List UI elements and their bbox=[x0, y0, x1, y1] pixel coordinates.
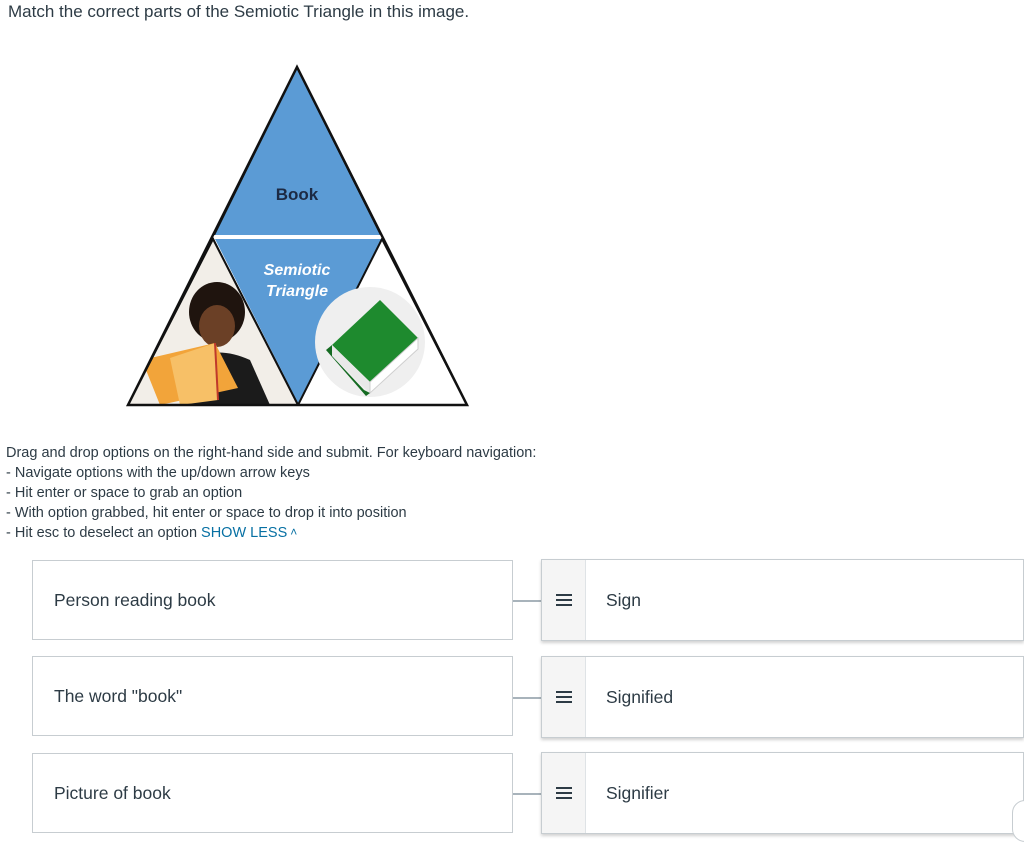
connector-line bbox=[513, 600, 543, 602]
answer-label: Signifier bbox=[606, 782, 670, 803]
chevron-up-icon: ˄ bbox=[290, 525, 298, 539]
semiotic-label: Semiotic bbox=[264, 262, 331, 279]
prompt-box: Person reading book bbox=[32, 560, 513, 640]
instruction-step: - With option grabbed, hit enter or spac… bbox=[6, 505, 407, 521]
prompt-label: Person reading book bbox=[54, 589, 216, 610]
instruction-step: - Hit esc to deselect an option bbox=[6, 525, 198, 541]
instruction-step: - Hit enter or space to grab an option bbox=[6, 485, 243, 501]
drag-handle[interactable] bbox=[542, 560, 586, 640]
drag-handle[interactable] bbox=[542, 657, 586, 737]
scroll-button[interactable] bbox=[1012, 800, 1024, 842]
instructions-intro: Drag and drop options on the right-hand … bbox=[6, 445, 537, 461]
hamburger-icon bbox=[555, 787, 572, 799]
answer-option[interactable]: Sign bbox=[541, 559, 1024, 641]
drag-handle[interactable] bbox=[542, 753, 586, 833]
instructions: Drag and drop options on the right-hand … bbox=[6, 443, 536, 543]
book-label: Book bbox=[276, 185, 319, 204]
connector-line bbox=[513, 793, 543, 795]
show-less-toggle[interactable]: SHOW LESS ˄ bbox=[201, 525, 297, 541]
answer-option[interactable]: Signifier bbox=[541, 752, 1024, 834]
answer-option[interactable]: Signified bbox=[541, 656, 1024, 738]
triangle-label: Triangle bbox=[266, 283, 328, 300]
hamburger-icon bbox=[555, 594, 572, 606]
prompt-label: Picture of book bbox=[54, 782, 171, 803]
instruction-step: - Navigate options with the up/down arro… bbox=[6, 465, 310, 481]
question-title: Match the correct parts of the Semiotic … bbox=[8, 2, 470, 21]
prompt-box: The word "book" bbox=[32, 656, 513, 736]
semiotic-triangle-figure: Book Semiotic Triangle bbox=[120, 60, 480, 412]
answer-label: Signified bbox=[606, 686, 674, 707]
connector-line bbox=[513, 697, 543, 699]
top-triangle bbox=[211, 64, 384, 238]
instruction-step-last: - Hit esc to deselect an option SHOW LESS… bbox=[6, 523, 536, 543]
show-less-label: SHOW LESS bbox=[201, 525, 288, 541]
answer-label: Sign bbox=[606, 589, 642, 610]
prompt-label: The word "book" bbox=[54, 685, 183, 706]
prompt-box: Picture of book bbox=[32, 753, 513, 833]
hamburger-icon bbox=[555, 691, 572, 703]
